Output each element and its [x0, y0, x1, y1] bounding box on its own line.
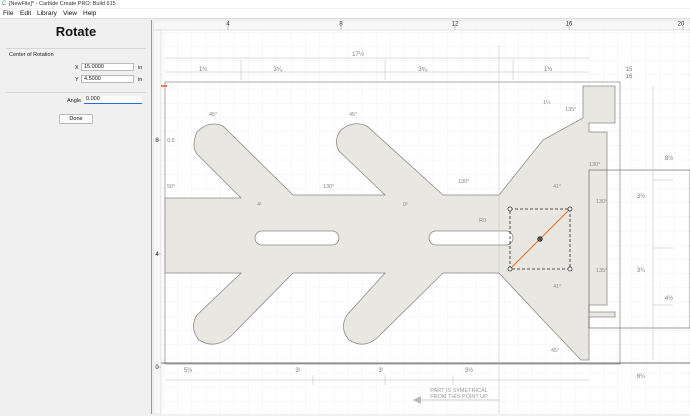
- menu-help[interactable]: Help: [83, 9, 96, 19]
- angle-input[interactable]: 0.000: [84, 96, 142, 104]
- dimension-label: 4½: [665, 295, 673, 302]
- angle-label: 130°: [323, 184, 334, 190]
- title-bar: C [NewFile]* - Carbide Create PRO: Build…: [0, 0, 690, 8]
- x-unit: in: [138, 65, 143, 71]
- canvas-svg[interactable]: 4 8 12 16 20 8 4 0 17½ 1¾ 3⁵⁄₈ 3⁵⁄₈ 1¾ 1…: [152, 19, 690, 415]
- dimension-label: 3¹: [378, 368, 383, 374]
- y-label: Y: [75, 77, 79, 83]
- menu-view[interactable]: View: [63, 9, 77, 19]
- angle-label: 135°: [596, 268, 607, 274]
- left-ruler: [152, 29, 162, 415]
- dimension-label: 1½: [543, 99, 551, 106]
- design-canvas[interactable]: 4 8 12 16 20 8 4 0 17½ 1¾ 3⁵⁄₈ 3⁵⁄₈ 1¾ 1…: [152, 19, 690, 415]
- x-input[interactable]: 15.0000: [81, 63, 134, 71]
- rotate-panel: Rotate Center of Rotation X 15.0000 in Y…: [0, 20, 152, 414]
- menu-file[interactable]: File: [3, 9, 13, 19]
- ruler-label: 12: [452, 22, 459, 28]
- center-of-rotation-heading: Center of Rotation: [9, 52, 54, 58]
- dimension-label: 1¾: [544, 67, 553, 73]
- radius-note: R0: [479, 218, 486, 224]
- dimension-label: 5½: [184, 367, 192, 374]
- annotation-line2: FROM THIS POINT UP: [430, 394, 488, 400]
- slot-left[interactable]: [254, 230, 340, 246]
- dimension-label: 6¼: [637, 374, 646, 380]
- dimension-label: 3½: [637, 193, 645, 200]
- angle-label: 45°: [209, 112, 217, 118]
- menu-edit[interactable]: Edit: [20, 9, 31, 19]
- ruler-label: 20: [678, 22, 685, 28]
- angle-label: 41°: [553, 184, 561, 190]
- angle-label: 135°: [565, 107, 576, 113]
- angle-label: 130°: [596, 199, 607, 205]
- angle-label: 45°: [349, 112, 357, 118]
- window-title: [NewFile]* - Carbide Create PRO: Build 6…: [9, 1, 116, 7]
- y-input[interactable]: 4.5000: [81, 75, 134, 83]
- dimension-label: 15: [626, 67, 633, 73]
- dimension-overall: 17½: [352, 51, 364, 58]
- divider: [6, 92, 146, 93]
- selection-handle[interactable]: [507, 266, 513, 272]
- app-logo-icon: C: [2, 1, 7, 7]
- slot-right[interactable]: [428, 230, 514, 246]
- angle-label: 50°: [167, 184, 175, 190]
- done-button[interactable]: Done: [59, 114, 93, 124]
- panel-title: Rotate: [55, 24, 97, 39]
- dimension-label: 3¹: [295, 368, 300, 374]
- rotation-center-handle[interactable]: [537, 236, 543, 242]
- dimension-label: 0²: [403, 202, 408, 208]
- dimension-label: 3½: [465, 367, 473, 374]
- x-label: X: [75, 65, 79, 71]
- divider: [6, 48, 146, 49]
- selection-handle[interactable]: [507, 206, 513, 212]
- angle-label: 41°: [553, 284, 561, 290]
- dimension-label: 8½: [665, 155, 673, 162]
- dimension-label: 16: [626, 74, 633, 80]
- menu-bar: File Edit Library View Help: [0, 9, 690, 19]
- ruler-label: 16: [566, 22, 573, 28]
- angle-label: 130°: [589, 162, 600, 168]
- dimension-label: 3⁵⁄₈: [418, 66, 428, 73]
- angle-label: 45°: [551, 348, 559, 354]
- dimension-label: 1¾: [199, 67, 208, 73]
- selection-handle[interactable]: [567, 266, 573, 272]
- menu-library[interactable]: Library: [37, 9, 57, 19]
- angle-label: Angle: [67, 98, 82, 104]
- selection-handle[interactable]: [567, 206, 573, 212]
- dimension-label: 4¹: [257, 202, 262, 208]
- dimension-label: 3¼: [637, 268, 646, 274]
- top-ruler: [152, 19, 690, 31]
- dimension-label: 3⁵⁄₈: [273, 66, 283, 73]
- angle-label: 130°: [458, 179, 469, 185]
- dimension-label: 0.5: [167, 138, 175, 144]
- y-unit: in: [138, 77, 143, 83]
